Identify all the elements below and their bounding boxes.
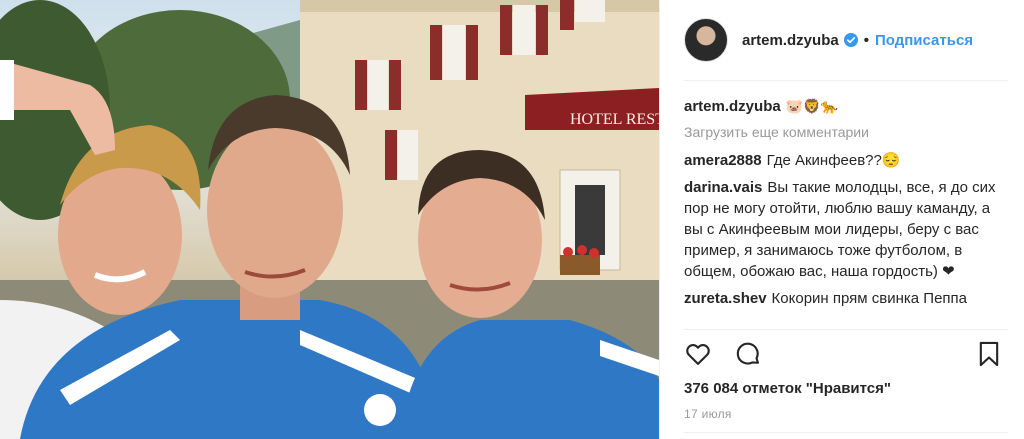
caption: artem.dzyuba 🐷🦁🐆 [684,96,1002,118]
post-date[interactable]: 17 июля [684,407,732,421]
comment-item: zureta.shev Кокорин прям свинка Пеппа [684,288,1002,309]
likes-count[interactable]: 376 084 отметок "Нравится" [684,380,891,397]
comment-username[interactable]: darina.vais [684,179,762,196]
comment-bubble-icon[interactable] [734,340,762,373]
bookmark-icon[interactable] [976,340,1002,373]
post-sidebar: artem.dzyuba • Подписаться artem.dzyuba 🐷… [659,0,1024,439]
post-username[interactable]: artem.dzyuba [742,32,839,49]
separator-dot: • [863,31,869,49]
comment-text: Кокорин прям свинка Пеппа [771,290,968,307]
follow-button[interactable]: Подписаться [875,32,973,49]
svg-text:HOTEL REST: HOTEL REST [570,111,659,128]
comment-item: amera2888 Где Акинфеев??😔 [684,150,1002,171]
post-photo[interactable]: HOTEL REST [0,0,659,439]
hotel-sign: HOTEL REST [525,88,659,130]
photo-scene: HOTEL REST [0,0,659,439]
comment-text: Где Акинфеев??😔 [766,152,901,169]
comment-username[interactable]: amera2888 [684,152,762,169]
verified-badge-icon [843,33,858,47]
caption-text: 🐷🦁🐆 [785,99,838,115]
heart-icon[interactable] [684,340,712,373]
comments-list[interactable]: artem.dzyuba 🐷🦁🐆 Загрузить еще комментари… [684,96,1002,326]
divider [684,432,1008,433]
post-actions [684,340,1002,370]
zenit-logo [364,394,396,426]
caption-username[interactable]: artem.dzyuba [684,98,781,115]
comment-item: darina.vais Вы такие молодцы, все, я до с… [684,177,1002,282]
post-header: artem.dzyuba • Подписаться [660,0,1024,80]
load-more-comments-button[interactable]: Загрузить еще комментарии [684,124,1002,140]
divider [684,329,1008,330]
avatar[interactable] [684,18,728,62]
comment-username[interactable]: zureta.shev [684,290,767,307]
divider [684,80,1008,81]
